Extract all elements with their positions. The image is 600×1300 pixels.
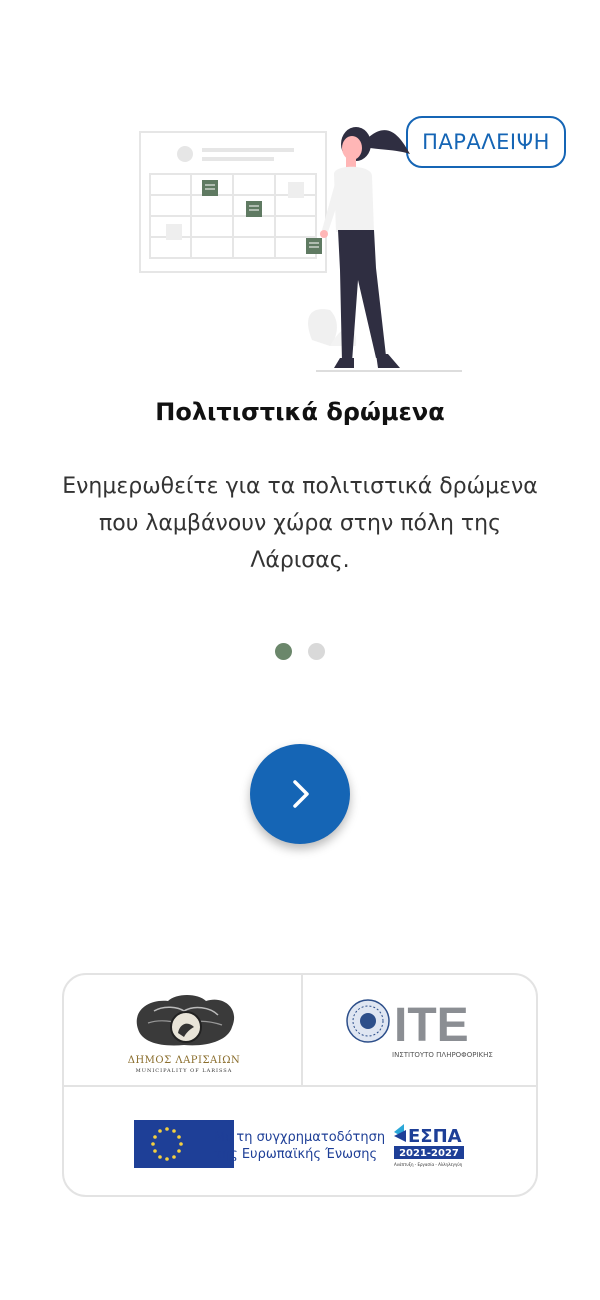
slide-description: Ενημερωθείτε για τα πολιτιστικά δρώμενα … bbox=[62, 474, 538, 573]
calendar-illustration bbox=[139, 127, 462, 372]
next-button[interactable] bbox=[250, 744, 350, 844]
espa-emblem-icon: ΕΣΠΑ 2021-2027 Ανάπτυξη - Εργασία - Αλλη… bbox=[394, 1124, 464, 1167]
eu-line-2: της Ευρωπαϊκής Ένωσης bbox=[214, 1147, 378, 1162]
institute-logo: ΙΤΕ ΙΝΣΤΙΤΟΥΤΟ ΠΛΗΡΟΦΟΡΙΚΗΣ bbox=[346, 997, 506, 1067]
municipality-subtitle: MUNICIPALITY OF LARISSA bbox=[135, 1068, 233, 1074]
institute-emblem-icon: ΙΤΕ bbox=[346, 999, 469, 1052]
municipality-emblem-icon bbox=[136, 995, 235, 1046]
espa-title: ΕΣΠΑ bbox=[408, 1126, 462, 1147]
institute-name: ΙΝΣΤΙΤΟΥΤΟ ΠΛΗΡΟΦΟΡΙΚΗΣ bbox=[392, 1051, 493, 1059]
eu-line-1: Με τη συγχρηματοδότηση bbox=[214, 1130, 386, 1145]
eu-stars-icon bbox=[151, 1127, 183, 1161]
municipality-name: ΔΗΜΟΣ ΛΑΡΙΣΑΙΩΝ bbox=[127, 1055, 241, 1066]
sponsors-card: ΔΗΜΟΣ ΛΑΡΙΣΑΙΩΝ MUNICIPALITY OF LARISSA … bbox=[62, 973, 538, 1197]
divider-horizontal bbox=[64, 1085, 536, 1087]
page-dot[interactable] bbox=[308, 643, 325, 660]
eu-cofunding-text: Με τη συγχρηματοδότηση της Ευρωπαϊκής Έν… bbox=[214, 1129, 385, 1163]
page-dot-active[interactable] bbox=[275, 643, 292, 660]
municipality-logo: ΔΗΜΟΣ ΛΑΡΙΣΑΙΩΝ MUNICIPALITY OF LARISSA bbox=[124, 989, 244, 1075]
espa-logo: ΕΣΠΑ 2021-2027 Ανάπτυξη - Εργασία - Αλλη… bbox=[392, 1120, 472, 1170]
espa-years: 2021-2027 bbox=[399, 1148, 459, 1159]
espa-tagline: Ανάπτυξη - Εργασία - Αλληλεγγύη bbox=[394, 1162, 463, 1167]
institute-logo-text: ΙΤΕ bbox=[394, 999, 469, 1049]
slide-title: Πολιτιστικά δρώμενα bbox=[155, 398, 445, 426]
chevron-right-icon bbox=[293, 780, 309, 808]
page-indicator bbox=[0, 643, 600, 660]
divider-vertical bbox=[301, 975, 303, 1085]
